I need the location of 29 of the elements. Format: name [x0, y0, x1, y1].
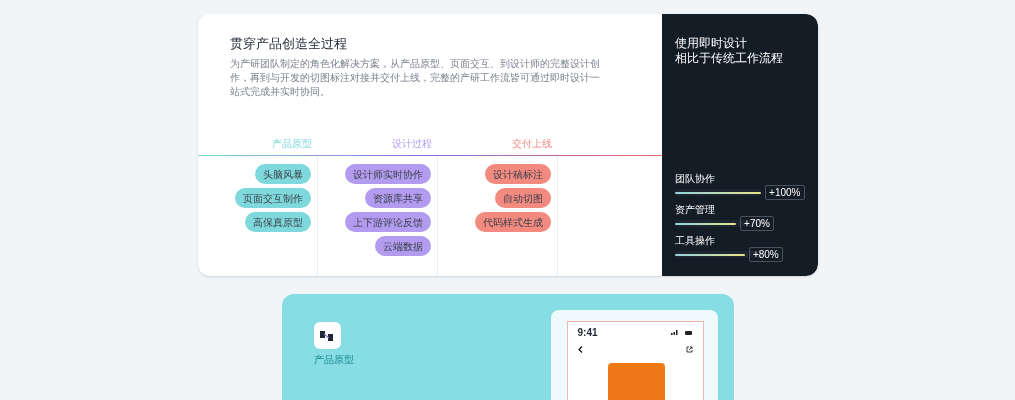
metric-label: 团队协作	[674, 172, 716, 185]
tag-pill: 页面交互制作	[234, 188, 311, 208]
signal-battery-icon	[670, 330, 693, 335]
panel-title: 相比于传统工作流程	[674, 51, 784, 66]
tag-pill: 资源库共享	[364, 188, 431, 208]
tag-pill: 头脑风暴	[254, 164, 311, 184]
metric-label: 资产管理	[674, 203, 716, 216]
stage-label: 设计过程	[391, 138, 432, 150]
tag-pill: 高保真原型	[244, 212, 311, 232]
metric-label: 工具操作	[674, 234, 716, 247]
tag-pill: 云端数据	[374, 236, 431, 256]
prototype-icon	[313, 322, 341, 349]
section-title: 贯穿产品创造全过程	[229, 35, 348, 53]
share-icon[interactable]	[685, 346, 693, 353]
metric-value: +100%	[765, 185, 805, 200]
tag-pill: 自动切图	[494, 188, 551, 208]
back-icon[interactable]	[577, 346, 583, 353]
metric-value: +80%	[748, 247, 783, 262]
status-time: 9:41	[577, 326, 598, 340]
tag-pill: 设计师实时协作	[344, 164, 431, 184]
tag-pill: 上下游评论反馈	[344, 212, 431, 232]
tag-pill: 设计稿标注	[484, 164, 551, 184]
stage-label: 交付上线	[511, 138, 552, 150]
panel-title: 使用即时设计	[674, 36, 748, 51]
metric-value: +70%	[740, 216, 774, 231]
feature-label: 产品原型	[313, 353, 354, 367]
stage-label: 产品原型	[271, 138, 312, 150]
tag-pill: 代码样式生成	[474, 212, 551, 232]
section-description: 为产研团队制定的角色化解决方案，从产品原型、页面交互、到设计师的完整设计创作，再到与开发的切图标注对接并交付上线，完整的产研工作流皆可通过即时设计一站式完成并实时协同。	[229, 56, 601, 99]
